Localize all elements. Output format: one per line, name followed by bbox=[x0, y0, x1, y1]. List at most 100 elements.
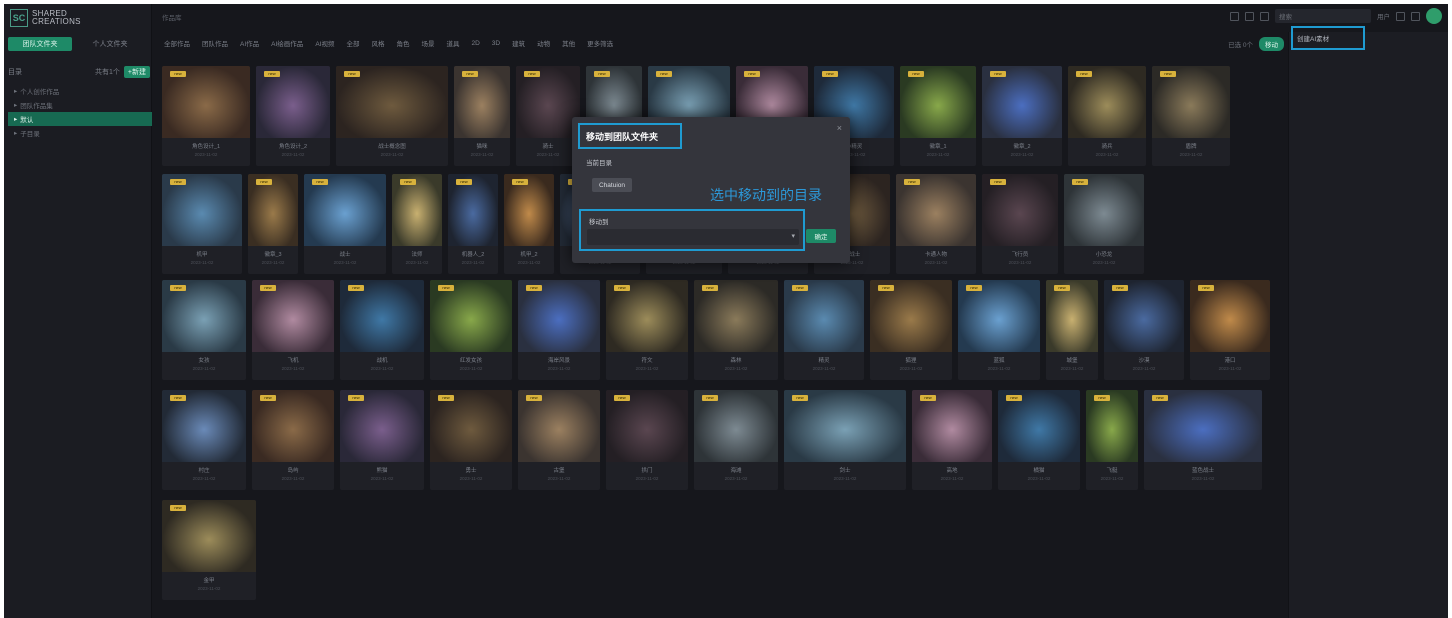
tab-team-folder[interactable]: 团队文件夹 bbox=[8, 37, 72, 51]
gallery-card[interactable]: new 机甲_3 2023-11-02 bbox=[560, 174, 640, 274]
gallery-card[interactable]: new 城堡 2023-11-02 bbox=[1046, 280, 1098, 380]
move-button[interactable]: 移动 bbox=[1259, 37, 1284, 51]
gallery-card[interactable]: new 怪兽 2023-11-02 bbox=[728, 174, 808, 274]
gallery-card[interactable]: new 海滩 2023-11-02 bbox=[694, 390, 778, 490]
gallery-card[interactable]: new 村庄 2023-11-02 bbox=[162, 390, 246, 490]
card-date: 2023-11-02 bbox=[547, 476, 571, 481]
gallery-card[interactable]: new 港口 2023-11-02 bbox=[1190, 280, 1270, 380]
card-date: 2023-11-02 bbox=[1092, 260, 1116, 265]
gallery-card[interactable]: new 狐狸 2023-11-02 bbox=[870, 280, 952, 380]
gallery-card[interactable]: new 女孩 2023-11-02 bbox=[162, 280, 246, 380]
card-date: 2023-11-02 bbox=[190, 260, 214, 265]
gallery-card[interactable]: new 角色设计_2 2023-11-02 bbox=[256, 66, 330, 166]
card-title: 小恐龙 bbox=[1095, 252, 1113, 258]
filter-item[interactable]: 场景 bbox=[421, 38, 434, 48]
avatar[interactable] bbox=[1426, 8, 1442, 24]
filter-item[interactable]: 更多筛选 bbox=[587, 38, 613, 48]
gallery-card[interactable]: new 拱门 2023-11-02 bbox=[606, 390, 688, 490]
gallery-card[interactable]: new 徽章_2 2023-11-02 bbox=[982, 66, 1062, 166]
tree-item[interactable]: ▸ 个人创作作品 bbox=[8, 84, 152, 98]
filter-item[interactable]: 其他 bbox=[562, 38, 575, 48]
gallery-card[interactable]: new 骑兵 2023-11-02 bbox=[1068, 66, 1146, 166]
filter-item[interactable]: 动物 bbox=[537, 38, 550, 48]
gallery-card[interactable]: new 机甲_2 2023-11-02 bbox=[504, 174, 554, 274]
gallery-card[interactable]: new 法师 2023-11-02 bbox=[392, 174, 442, 274]
filter-item[interactable]: 2D bbox=[471, 40, 479, 47]
tree-item[interactable]: ▸ 子目录 bbox=[8, 126, 152, 140]
filter-item[interactable]: 风格 bbox=[371, 38, 384, 48]
gallery-card[interactable]: new 勇士 2023-11-02 bbox=[430, 390, 512, 490]
gallery-card[interactable]: new 盾牌 2023-11-02 bbox=[1152, 66, 1230, 166]
gallery-card[interactable]: new 红发女孩 2023-11-02 bbox=[430, 280, 512, 380]
card-title: 战机 bbox=[376, 358, 388, 364]
gallery-card[interactable]: new 剑士 2023-11-02 bbox=[784, 390, 906, 490]
list-icon[interactable] bbox=[1245, 11, 1254, 21]
gallery-card[interactable]: new 精灵 2023-11-02 bbox=[784, 280, 864, 380]
new-badge: new bbox=[822, 179, 838, 185]
gallery-card[interactable]: new 骑士 2023-11-02 bbox=[516, 66, 580, 166]
filter-item[interactable]: 全部 bbox=[346, 38, 359, 48]
filter-item[interactable]: AI视频 bbox=[315, 38, 334, 48]
tree-item[interactable]: ▸ 团队作品集 bbox=[8, 98, 152, 112]
settings-icon[interactable] bbox=[1411, 11, 1420, 21]
gallery-card[interactable]: new 蓝色战士 2023-11-02 bbox=[1144, 390, 1262, 490]
gallery-card[interactable]: new 女战士 2023-11-02 bbox=[814, 174, 890, 274]
new-badge: new bbox=[878, 285, 894, 291]
gallery-card[interactable]: new 橘猫 2023-11-02 bbox=[998, 390, 1080, 490]
gallery-card[interactable]: new 战士 2023-11-02 bbox=[304, 174, 386, 274]
filter-item[interactable]: 建筑 bbox=[512, 38, 525, 48]
filter-item[interactable]: 3D bbox=[492, 40, 500, 47]
sidebar: SC SHARED CREATIONS 团队文件夹 个人文件夹 目录 共有1个 … bbox=[4, 4, 152, 618]
gallery-card[interactable]: new 熊猫 2023-11-02 bbox=[340, 390, 424, 490]
card-date: 2023-11-02 bbox=[588, 260, 612, 265]
gallery-card[interactable]: new 机器人_2 2023-11-02 bbox=[448, 174, 498, 274]
gallery-card[interactable]: new 机甲 2023-11-02 bbox=[162, 174, 242, 274]
tree-item-label: 子目录 bbox=[20, 131, 40, 138]
filter-icon[interactable] bbox=[1260, 11, 1269, 21]
gallery-card[interactable]: new 岛屿 2023-11-02 bbox=[252, 390, 334, 490]
gallery-card[interactable]: new 徽章_3 2023-11-02 bbox=[248, 174, 298, 274]
filter-item[interactable]: 道具 bbox=[446, 38, 459, 48]
gallery-card[interactable]: new 森林 2023-11-02 bbox=[694, 280, 778, 380]
gallery-card[interactable]: new 古堡 2023-11-02 bbox=[518, 390, 600, 490]
gallery-card[interactable]: new 飞艇 2023-11-02 bbox=[1086, 390, 1138, 490]
create-asset-button[interactable]: 创建AI素材 bbox=[1291, 26, 1365, 50]
tree-item-selected[interactable]: ▸ 默认 bbox=[8, 112, 152, 126]
gallery-card[interactable]: new 小恐龙 2023-11-02 bbox=[1064, 174, 1144, 274]
card-date: 2023-11-02 bbox=[1132, 366, 1156, 371]
filter-item[interactable]: 角色 bbox=[396, 38, 409, 48]
gallery-card[interactable]: new 小精灵 2023-11-02 bbox=[814, 66, 894, 166]
bell-icon[interactable] bbox=[1396, 11, 1405, 21]
gallery-card[interactable]: new 高地 2023-11-02 bbox=[912, 390, 992, 490]
filter-item[interactable]: AI绘画作品 bbox=[271, 38, 303, 48]
gallery-card[interactable]: new 金甲 2023-11-02 bbox=[162, 500, 256, 600]
gallery-card[interactable]: new 沙漠 2023-11-02 bbox=[1104, 280, 1184, 380]
breadcrumb[interactable]: 作品库 bbox=[162, 12, 182, 22]
tab-personal-folder[interactable]: 个人文件夹 bbox=[78, 37, 142, 51]
gallery-card[interactable]: new 飞行员 2023-11-02 bbox=[982, 174, 1058, 274]
gallery-card[interactable]: new 蓝狐 2023-11-02 bbox=[958, 280, 1040, 380]
filter-item[interactable]: AI作品 bbox=[240, 38, 259, 48]
gallery-card[interactable]: new 徽章_1 2023-11-02 bbox=[900, 66, 976, 166]
gallery-card[interactable]: new 战士概念图 2023-11-02 bbox=[336, 66, 448, 166]
card-title: 飞艇 bbox=[1106, 468, 1118, 474]
gallery-card[interactable]: new 猫咪 2023-11-02 bbox=[454, 66, 510, 166]
filter-item[interactable]: 全部作品 bbox=[164, 38, 190, 48]
new-folder-button[interactable]: +新建 bbox=[123, 66, 150, 78]
filter-item[interactable]: 团队作品 bbox=[202, 38, 228, 48]
gallery-card[interactable]: new 机器人 2023-11-02 bbox=[736, 66, 808, 166]
gallery-card[interactable]: new 机甲_4 2023-11-02 bbox=[646, 174, 722, 274]
search-input[interactable]: 搜索 bbox=[1275, 9, 1371, 23]
gallery-card[interactable]: new 城市 2023-11-02 bbox=[586, 66, 642, 166]
gallery-card[interactable]: new 角色设计_1 2023-11-02 bbox=[162, 66, 250, 166]
gallery-card[interactable]: new 海岸风景 2023-11-02 bbox=[518, 280, 600, 380]
grid-icon[interactable] bbox=[1230, 11, 1239, 21]
new-badge: new bbox=[256, 179, 272, 185]
gallery-card[interactable]: new 战机 2023-11-02 bbox=[340, 280, 424, 380]
new-badge: new bbox=[702, 395, 718, 401]
new-badge: new bbox=[400, 179, 416, 185]
gallery-card[interactable]: new 符文 2023-11-02 bbox=[606, 280, 688, 380]
gallery-card[interactable]: new 飞机 2023-11-02 bbox=[252, 280, 334, 380]
gallery-card[interactable]: new 卡通人物 2023-11-02 bbox=[896, 174, 976, 274]
gallery-card[interactable]: new 街道 2023-11-02 bbox=[648, 66, 730, 166]
